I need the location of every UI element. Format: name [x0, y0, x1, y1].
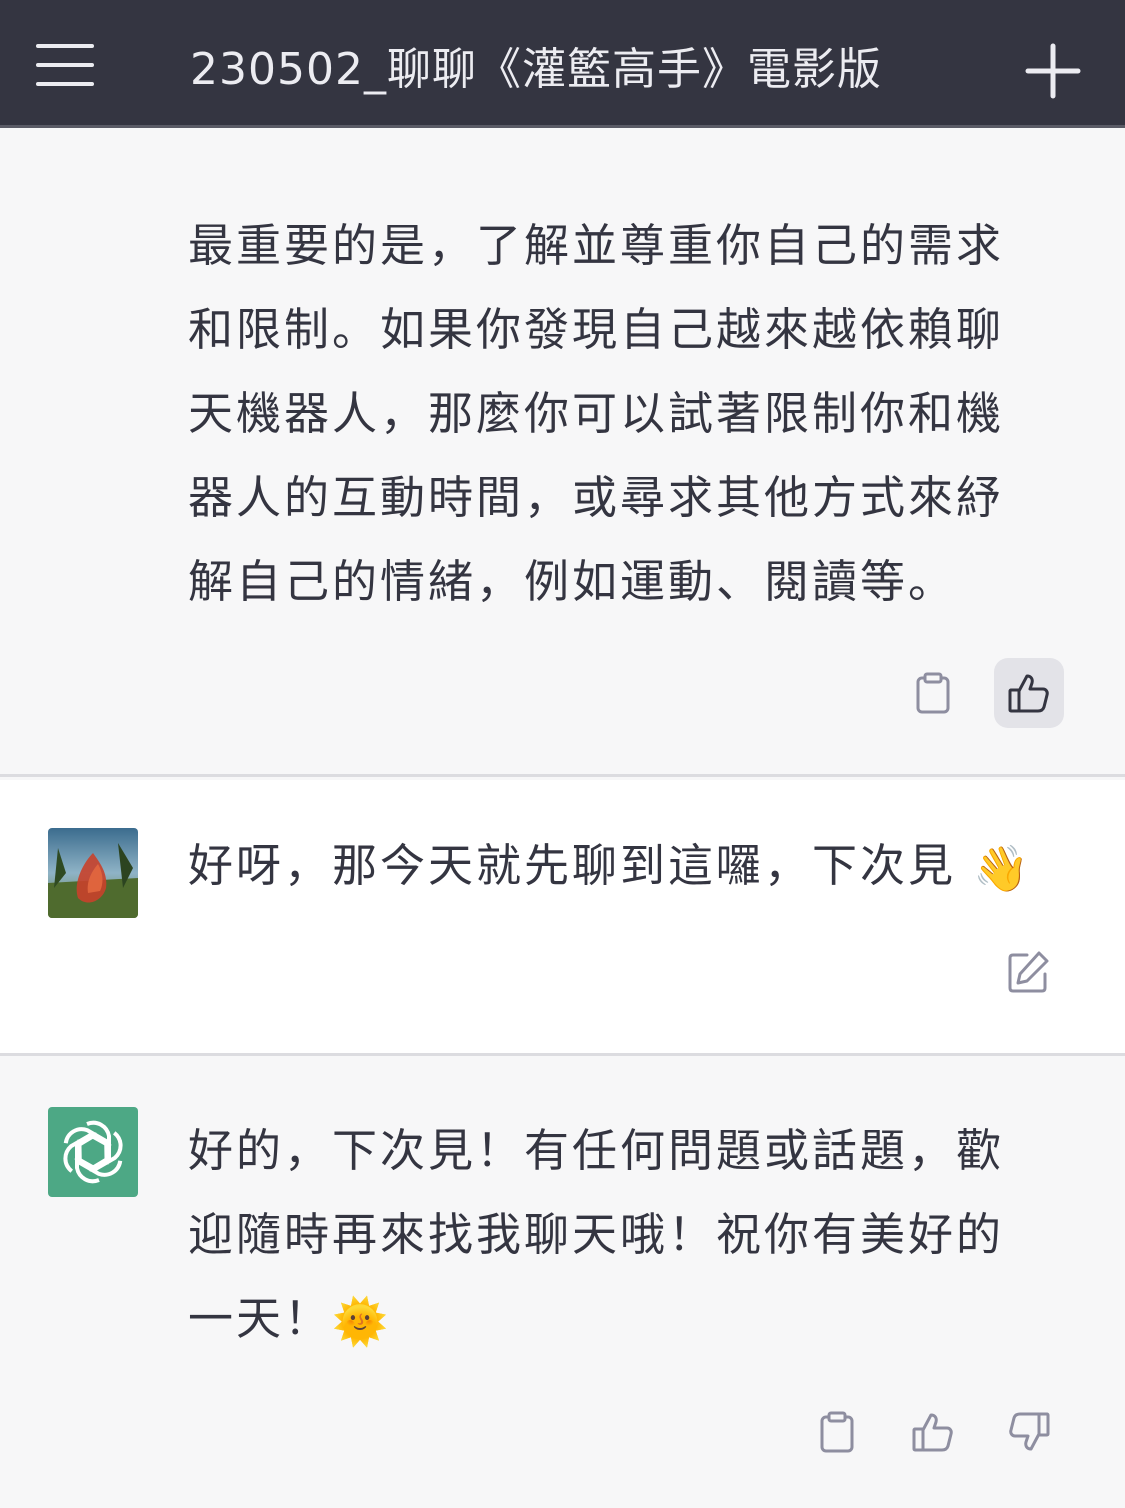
assistant-message: 最重要的是，了解並尊重你自己的需求和限制。如果你發現自己越來越依賴聊天機器人，那… [0, 131, 1125, 777]
openai-logo-icon [63, 1120, 123, 1184]
user-message: 好呀，那今天就先聊到這囉，下次見 👋 [0, 780, 1125, 1056]
message-text: 好的，下次見！有任何問題或話題，歡迎隨時再來找我聊天哦！祝你有美好的一天！🌞 [188, 1109, 1028, 1364]
copy-button[interactable] [802, 1397, 872, 1467]
edit-button[interactable] [993, 937, 1063, 1007]
sun-with-face-emoji: 🌞 [332, 1295, 392, 1348]
user-avatar [48, 828, 138, 918]
message-text: 好呀，那今天就先聊到這囉，下次見 👋 [188, 824, 1029, 911]
clipboard-icon [916, 672, 950, 714]
assistant-avatar [48, 1107, 138, 1197]
message-text-content: 好的，下次見！有任何問題或話題，歡迎隨時再來找我聊天哦！祝你有美好的一天！ [188, 1124, 1005, 1345]
hamburger-menu-icon-line [36, 63, 94, 67]
copy-button[interactable] [898, 658, 968, 728]
menu-button[interactable] [30, 36, 102, 94]
top-bar: 230502_聊聊《灌籃高手》電影版 [0, 0, 1125, 128]
clipboard-icon [820, 1411, 854, 1453]
new-chat-button[interactable] [1020, 38, 1086, 104]
thumbs-up-icon [912, 1413, 953, 1452]
waving-hand-emoji: 👋 [973, 842, 1033, 895]
thumbs-down-icon [1009, 1412, 1050, 1451]
message-text-content: 好呀，那今天就先聊到這囉，下次見 [188, 839, 957, 892]
plus-icon [1025, 43, 1081, 99]
user-avatar-image [48, 828, 138, 918]
assistant-message: 好的，下次見！有任何問題或話題，歡迎隨時再來找我聊天哦！祝你有美好的一天！🌞 [0, 1059, 1125, 1508]
conversation-title: 230502_聊聊《灌籃高手》電影版 [190, 44, 882, 95]
edit-icon [1008, 951, 1049, 993]
thumbs-down-button[interactable] [994, 1397, 1064, 1467]
thumbs-up-icon [1008, 674, 1049, 713]
message-text: 最重要的是，了解並尊重你自己的需求和限制。如果你發現自己越來越依賴聊天機器人，那… [188, 219, 1005, 608]
thumbs-up-button[interactable] [898, 1397, 968, 1467]
hamburger-menu-icon-line [36, 44, 94, 48]
thumbs-up-button[interactable] [994, 658, 1064, 728]
hamburger-menu-icon-line [36, 82, 94, 86]
